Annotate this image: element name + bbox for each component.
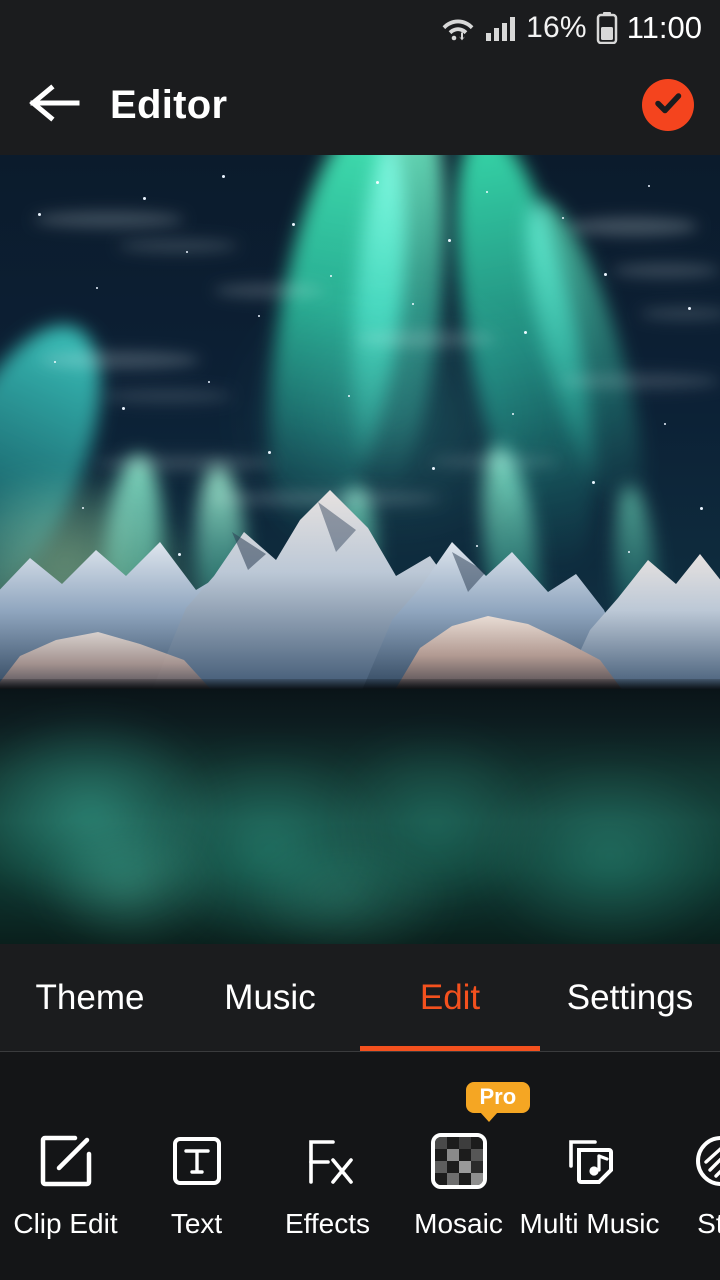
tab-edit[interactable]: Edit <box>360 944 540 1052</box>
tab-music[interactable]: Music <box>180 944 360 1052</box>
fx-icon <box>297 1130 359 1192</box>
tool-effects-label: Effects <box>284 1208 371 1239</box>
tab-settings[interactable]: Settings <box>540 944 720 1052</box>
tool-mosaic[interactable]: Pro Mosaic <box>393 1052 531 1240</box>
edit-tool-strip[interactable]: Clip Edit Text Effects Pro Mosaic Multi … <box>0 1052 720 1280</box>
tool-text[interactable]: Text <box>131 1052 262 1240</box>
mountain-range <box>0 490 720 695</box>
tool-clip-edit-label: Clip Edit <box>13 1208 118 1239</box>
battery-percent-label: 16% <box>526 10 587 44</box>
tool-mosaic-label: Mosaic <box>414 1208 503 1239</box>
tool-sticker[interactable]: Stic <box>655 1052 720 1240</box>
tab-edit-label: Edit <box>419 978 481 1017</box>
status-bar: 16% 11:00 <box>0 0 720 55</box>
water-reflection <box>0 689 720 944</box>
pro-badge: Pro <box>465 1082 531 1122</box>
check-circle-icon <box>651 86 685 125</box>
mosaic-grid-icon <box>428 1130 490 1192</box>
text-box-icon <box>166 1130 228 1192</box>
sticker-circle-icon <box>690 1130 720 1192</box>
tab-theme-label: Theme <box>35 978 145 1017</box>
tab-settings-label: Settings <box>566 978 694 1017</box>
video-preview[interactable] <box>0 155 720 944</box>
editor-tabs: Theme Music Edit Settings <box>0 944 720 1052</box>
status-bar-clock: 11:00 <box>626 10 702 45</box>
back-button[interactable] <box>0 55 110 155</box>
tab-theme[interactable]: Theme <box>0 944 180 1052</box>
tool-effects[interactable]: Effects <box>262 1052 393 1240</box>
tool-clip-edit[interactable]: Clip Edit <box>0 1052 131 1240</box>
done-button[interactable] <box>642 79 694 131</box>
tool-multi-music-label: Multi Music <box>519 1208 660 1239</box>
square-pencil-icon <box>35 1130 97 1192</box>
tool-multi-music[interactable]: Multi Music <box>520 1052 660 1240</box>
app-bar: Editor <box>0 55 720 155</box>
arrow-left-icon <box>29 82 81 129</box>
editor-screen: 16% 11:00 Editor Theme Music Edit Settin… <box>0 0 720 1280</box>
cellular-signal-icon <box>485 13 517 43</box>
battery-icon <box>596 11 618 44</box>
tool-sticker-label: Stic <box>697 1208 720 1239</box>
music-stack-icon <box>559 1130 621 1192</box>
tool-text-label: Text <box>170 1208 223 1239</box>
tab-music-label: Music <box>224 978 316 1017</box>
page-title: Editor <box>110 82 228 127</box>
wifi-arrows-icon <box>440 13 476 43</box>
